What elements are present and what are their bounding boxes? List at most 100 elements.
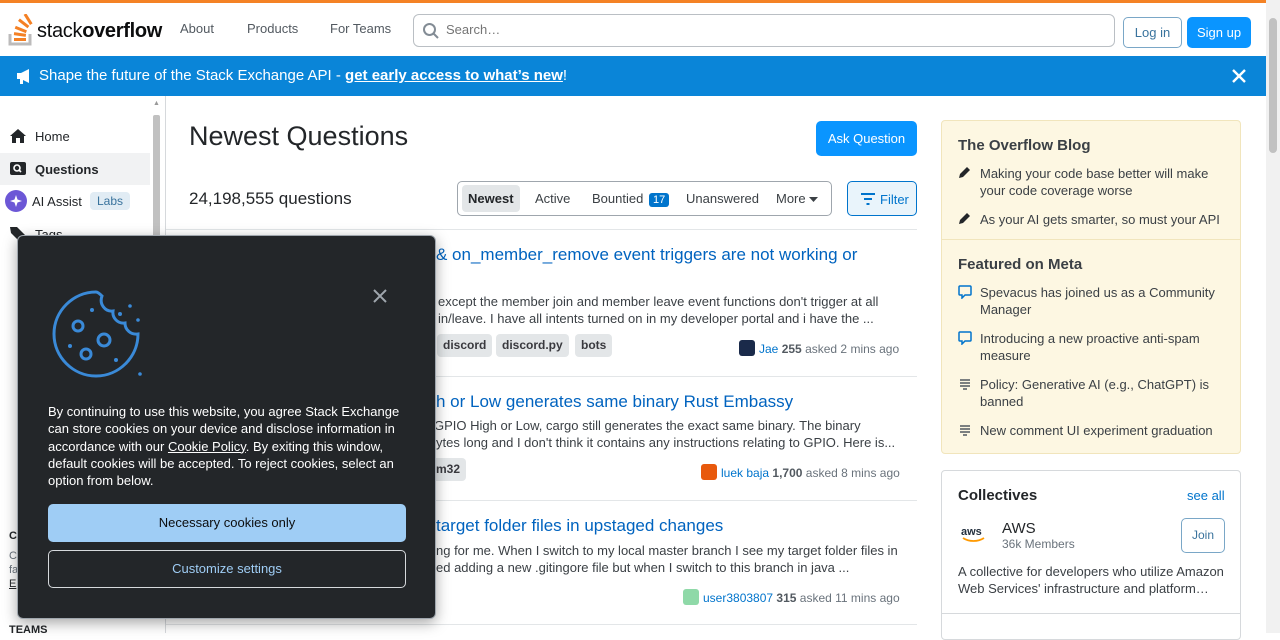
question-title-link[interactable]: h or Low generates same binary Rust Emba… — [436, 392, 793, 412]
aws-logo-icon[interactable]: aws — [960, 524, 988, 544]
asked-time: asked 8 mins ago — [805, 466, 900, 480]
see-all-link[interactable]: see all — [1187, 488, 1225, 503]
stack-exchange-icon — [960, 425, 970, 436]
blog-item[interactable]: Making your code base better will make y… — [958, 165, 1228, 199]
chat-bubble-icon — [958, 285, 972, 299]
sidebar-item-label: AI Assist — [32, 194, 82, 209]
meta-item[interactable]: New comment UI experiment graduation — [958, 422, 1228, 439]
tab-unanswered[interactable]: Unanswered — [680, 185, 765, 212]
question-meta: user3803807 315 asked 11 mins ago — [683, 589, 900, 605]
questions-icon — [10, 162, 26, 175]
stack-exchange-icon — [960, 379, 970, 390]
question-excerpt: ng for me. When I switch to my local mas… — [436, 543, 898, 558]
banner-link[interactable]: get early access to what’s new — [345, 67, 563, 84]
question-title-link[interactable]: & on_member_remove event triggers are no… — [436, 245, 857, 265]
user-link[interactable]: Jae — [759, 342, 778, 356]
collective-members: 36k Members — [1002, 537, 1075, 551]
sidebar-item-home[interactable]: Home — [0, 120, 150, 152]
blog-title: The Overflow Blog — [958, 137, 1091, 154]
sidebar-peek-c2: C — [9, 550, 17, 562]
question-excerpt: ed adding a new .gitingore file but when… — [436, 560, 850, 575]
meta-item-text: Introducing a new proactive anti-spam me… — [980, 331, 1200, 363]
teams-label: TEAMS — [9, 624, 48, 636]
meta-item-text: Spevacus has joined us as a Community Ma… — [980, 285, 1215, 317]
sidebar-item-label: Home — [35, 129, 70, 144]
chevron-down-icon — [809, 197, 819, 202]
scroll-up-arrow-icon[interactable]: ▲ — [153, 100, 160, 107]
bounty-count-badge: 17 — [648, 193, 670, 207]
logo-text: stackoverflow — [37, 20, 163, 42]
cookie-consent-text: By continuing to use this website, you a… — [48, 404, 400, 489]
sidebar-peek-c: C — [9, 530, 17, 542]
asked-time: asked 2 mins ago — [805, 342, 900, 356]
meta-item-text: Policy: Generative AI (e.g., ChatGPT) is… — [980, 377, 1210, 409]
divider — [942, 239, 1240, 240]
filter-button[interactable]: Filter — [847, 181, 917, 216]
svg-text:aws: aws — [961, 526, 982, 538]
avatar[interactable] — [683, 589, 699, 605]
user-link[interactable]: luek baja — [721, 466, 769, 480]
question-excerpt: except the member join and member leave … — [438, 294, 879, 309]
signup-button[interactable]: Sign up — [1187, 17, 1251, 48]
meta-item[interactable]: Spevacus has joined us as a Community Ma… — [958, 284, 1228, 318]
question-filter-tabs: Newest Active Bountied 17 Unanswered Mor… — [457, 181, 832, 216]
close-icon[interactable] — [373, 289, 387, 303]
user-link[interactable]: user3803807 — [703, 591, 773, 605]
close-icon[interactable] — [1232, 69, 1246, 83]
question-excerpt: GPIO High or Low, cargo still generates … — [434, 418, 861, 433]
nav-for-teams[interactable]: For Teams — [330, 21, 391, 36]
meta-item[interactable]: Policy: Generative AI (e.g., ChatGPT) is… — [958, 376, 1228, 410]
question-title-link[interactable]: target folder files in upstaged changes — [436, 516, 723, 536]
tab-newest[interactable]: Newest — [462, 185, 520, 212]
question-excerpt: in/leave. I have all intents turned on i… — [438, 311, 874, 326]
tab-active[interactable]: Active — [529, 185, 576, 212]
pencil-icon — [959, 213, 970, 224]
stackoverflow-logo[interactable]: stackoverflow — [8, 13, 162, 46]
blog-item-text: Making your code base better will make y… — [980, 166, 1209, 198]
sidebar-item-label: Questions — [35, 162, 99, 177]
necessary-cookies-button[interactable]: Necessary cookies only — [48, 504, 406, 542]
sidebar-scroll-thumb[interactable] — [153, 115, 160, 255]
blog-item-text: As your AI gets smarter, so must your AP… — [980, 212, 1220, 227]
collective-description: A collective for developers who utilize … — [958, 564, 1224, 596]
nav-products[interactable]: Products — [247, 21, 298, 36]
chat-bubble-icon — [958, 331, 972, 345]
collective-name[interactable]: AWS — [1002, 520, 1036, 537]
search-icon — [423, 23, 439, 39]
login-button[interactable]: Log in — [1123, 17, 1182, 48]
tab-bountied[interactable]: Bountied 17 — [586, 185, 675, 212]
tag-bots[interactable]: bots — [575, 334, 613, 357]
question-count: 24,198,555 questions — [189, 189, 352, 208]
join-button[interactable]: Join — [1181, 518, 1225, 553]
blog-item[interactable]: As your AI gets smarter, so must your AP… — [958, 211, 1228, 228]
tab-more[interactable]: More — [770, 185, 824, 212]
avatar[interactable] — [739, 340, 755, 356]
sidebar-item-questions[interactable]: Questions — [0, 153, 150, 185]
avatar[interactable] — [701, 464, 717, 480]
nav-about[interactable]: About — [180, 21, 214, 36]
user-reputation: 315 — [776, 591, 797, 605]
customize-settings-button[interactable]: Customize settings — [48, 550, 406, 588]
megaphone-icon — [17, 69, 29, 84]
tag-discord[interactable]: discord — [437, 334, 493, 357]
divider — [942, 613, 1240, 614]
page-title: Newest Questions — [189, 121, 409, 151]
sidebar-peek-e: E — [9, 578, 17, 590]
ask-question-button[interactable]: Ask Question — [816, 121, 917, 156]
tag-discord-py[interactable]: discord.py — [496, 334, 569, 357]
search-input[interactable] — [446, 22, 1086, 37]
page-scroll-thumb[interactable] — [1269, 18, 1277, 153]
meta-item[interactable]: Introducing a new proactive anti-spam me… — [958, 330, 1228, 364]
question-excerpt: ytes long and I don't think it contains … — [436, 435, 896, 450]
user-reputation: 1,700 — [772, 466, 803, 480]
filter-label: Filter — [880, 192, 909, 207]
user-reputation: 255 — [781, 342, 802, 356]
page-scrollbar[interactable] — [1266, 0, 1280, 633]
cookie-policy-link[interactable]: Cookie Policy — [168, 439, 246, 454]
cookie-icon — [52, 290, 142, 378]
search-box[interactable] — [413, 14, 1115, 47]
meta-title: Featured on Meta — [958, 256, 1083, 273]
sidebar-item-ai-assist[interactable]: AI Assist Labs — [0, 185, 150, 217]
announcement-banner: Shape the future of the Stack Exchange A… — [0, 56, 1266, 96]
home-icon — [10, 129, 26, 143]
